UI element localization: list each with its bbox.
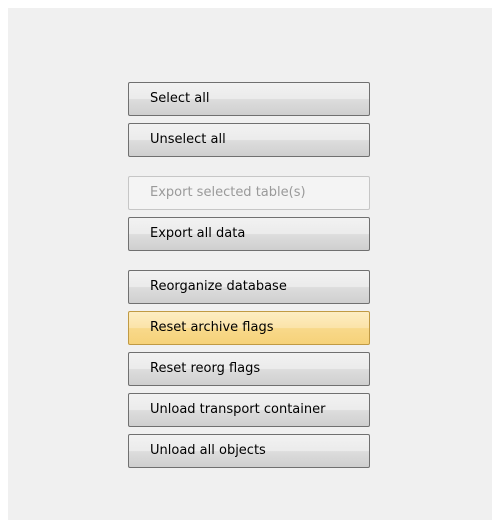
export-selected-tables-button[interactable]: Export selected table(s) — [128, 176, 370, 210]
reorganize-database-button[interactable]: Reorganize database — [128, 270, 370, 304]
unload-transport-container-button[interactable]: Unload transport container — [128, 393, 370, 427]
actions-panel: Select all Unselect all Export selected … — [8, 8, 492, 520]
unload-all-objects-button[interactable]: Unload all objects — [128, 434, 370, 468]
unselect-all-button[interactable]: Unselect all — [128, 123, 370, 157]
export-all-data-button[interactable]: Export all data — [128, 217, 370, 251]
select-all-button[interactable]: Select all — [128, 82, 370, 116]
reset-archive-flags-button[interactable]: Reset archive flags — [128, 311, 370, 345]
reset-reorg-flags-button[interactable]: Reset reorg flags — [128, 352, 370, 386]
